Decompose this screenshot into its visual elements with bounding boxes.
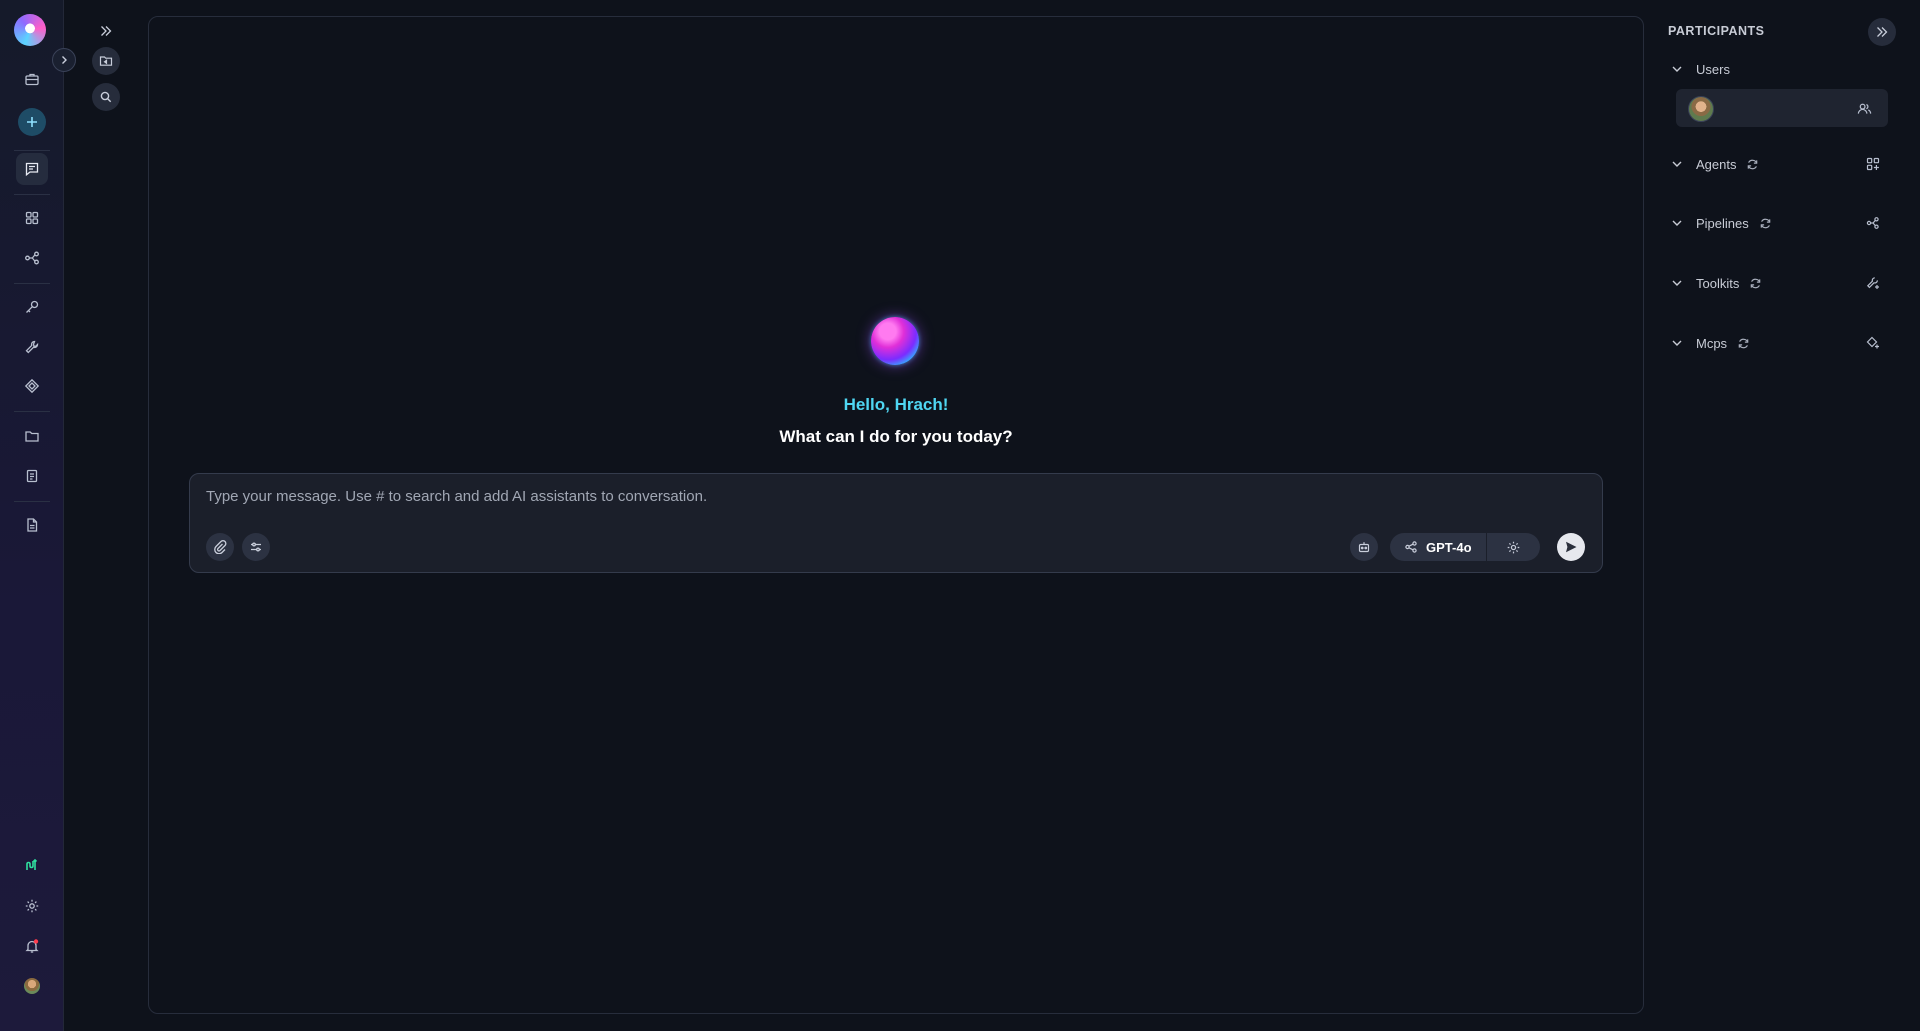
chat-panel: Hello, Hrach! What can I do for you toda… [148, 16, 1644, 1014]
message-input[interactable] [206, 488, 1506, 505]
section-mcps[interactable]: Mcps [1668, 331, 1880, 355]
model-selector[interactable]: GPT-4o [1390, 533, 1540, 561]
pipeline-icon[interactable] [16, 242, 48, 274]
refresh-icon[interactable] [1746, 158, 1759, 171]
user-participant[interactable] [1676, 89, 1888, 127]
collapse-panel-button[interactable] [1868, 18, 1896, 46]
chevron-down-icon [1672, 280, 1682, 286]
folder-icon[interactable] [16, 420, 48, 452]
model-settings-button[interactable] [1487, 533, 1540, 561]
chevron-down-icon [1672, 66, 1682, 72]
chevron-down-icon [1672, 340, 1682, 346]
avatar [1688, 96, 1714, 122]
section-users[interactable]: Users [1668, 57, 1880, 81]
sliders-icon[interactable] [242, 533, 270, 561]
message-composer: GPT-4o [189, 473, 1603, 573]
gear-icon[interactable] [16, 890, 48, 922]
analytics-icon[interactable] [16, 849, 48, 881]
section-label: Pipelines [1696, 215, 1749, 231]
add-mcp-icon[interactable] [1866, 336, 1880, 350]
divider [14, 411, 50, 412]
add-agent-icon[interactable] [1866, 157, 1880, 171]
send-button[interactable] [1557, 533, 1585, 561]
assistant-orb [871, 317, 919, 365]
wrench-icon[interactable] [16, 331, 48, 363]
grid-icon[interactable] [16, 202, 48, 234]
app-logo[interactable] [14, 14, 46, 46]
gear-icon [1507, 541, 1520, 553]
refresh-icon[interactable] [1749, 277, 1762, 290]
divider [14, 501, 50, 502]
document-stack-icon[interactable] [16, 460, 48, 492]
section-toolkits[interactable]: Toolkits [1668, 271, 1880, 295]
section-label: Toolkits [1696, 275, 1740, 291]
key-icon[interactable] [16, 291, 48, 323]
greeting: Hello, Hrach! [843, 395, 949, 414]
chevron-down-icon [1672, 220, 1682, 226]
expand-sidebar-button[interactable] [52, 48, 76, 72]
divider [14, 283, 50, 284]
left-sidebar [0, 0, 64, 1031]
folder-add-icon[interactable] [92, 47, 120, 75]
double-chevron-right-icon [1877, 27, 1888, 37]
robot-icon[interactable] [1350, 533, 1378, 561]
model-select-button[interactable]: GPT-4o [1390, 533, 1487, 561]
briefcase-icon[interactable] [16, 63, 48, 95]
chevron-down-icon [1672, 161, 1682, 167]
model-name: GPT-4o [1426, 539, 1472, 555]
add-toolkit-icon[interactable] [1866, 276, 1880, 290]
section-pipelines[interactable]: Pipelines [1668, 211, 1880, 235]
section-label: Users [1696, 61, 1730, 77]
refresh-icon[interactable] [1737, 337, 1750, 350]
users-icon[interactable] [1857, 101, 1872, 116]
avatar[interactable] [24, 978, 40, 994]
refresh-icon[interactable] [1759, 217, 1772, 230]
share-nodes-icon [1405, 541, 1417, 553]
search-icon[interactable] [92, 83, 120, 111]
bell-icon[interactable] [16, 930, 48, 962]
diamond-icon[interactable] [16, 370, 48, 402]
paperclip-icon[interactable] [206, 533, 234, 561]
section-label: Agents [1696, 156, 1737, 172]
send-icon [1566, 541, 1577, 553]
section-label: Mcps [1696, 335, 1728, 351]
note-icon[interactable] [16, 509, 48, 541]
participants-panel: PARTICIPANTS Users Agents Pipelines Tool… [1652, 0, 1920, 1031]
double-chevron-right-icon[interactable] [92, 17, 120, 45]
participants-title: PARTICIPANTS [1668, 24, 1765, 38]
add-pipeline-icon[interactable] [1866, 216, 1880, 230]
divider [14, 194, 50, 195]
new-conversation-button[interactable] [18, 108, 46, 136]
conversation-toolbar [64, 0, 146, 1031]
section-agents[interactable]: Agents [1668, 152, 1880, 176]
chat-icon[interactable] [16, 153, 48, 185]
welcome-question: What can I do for you today? [779, 427, 1013, 446]
divider [14, 150, 50, 151]
app-window: Hello, Hrach! What can I do for you toda… [0, 0, 1920, 1031]
